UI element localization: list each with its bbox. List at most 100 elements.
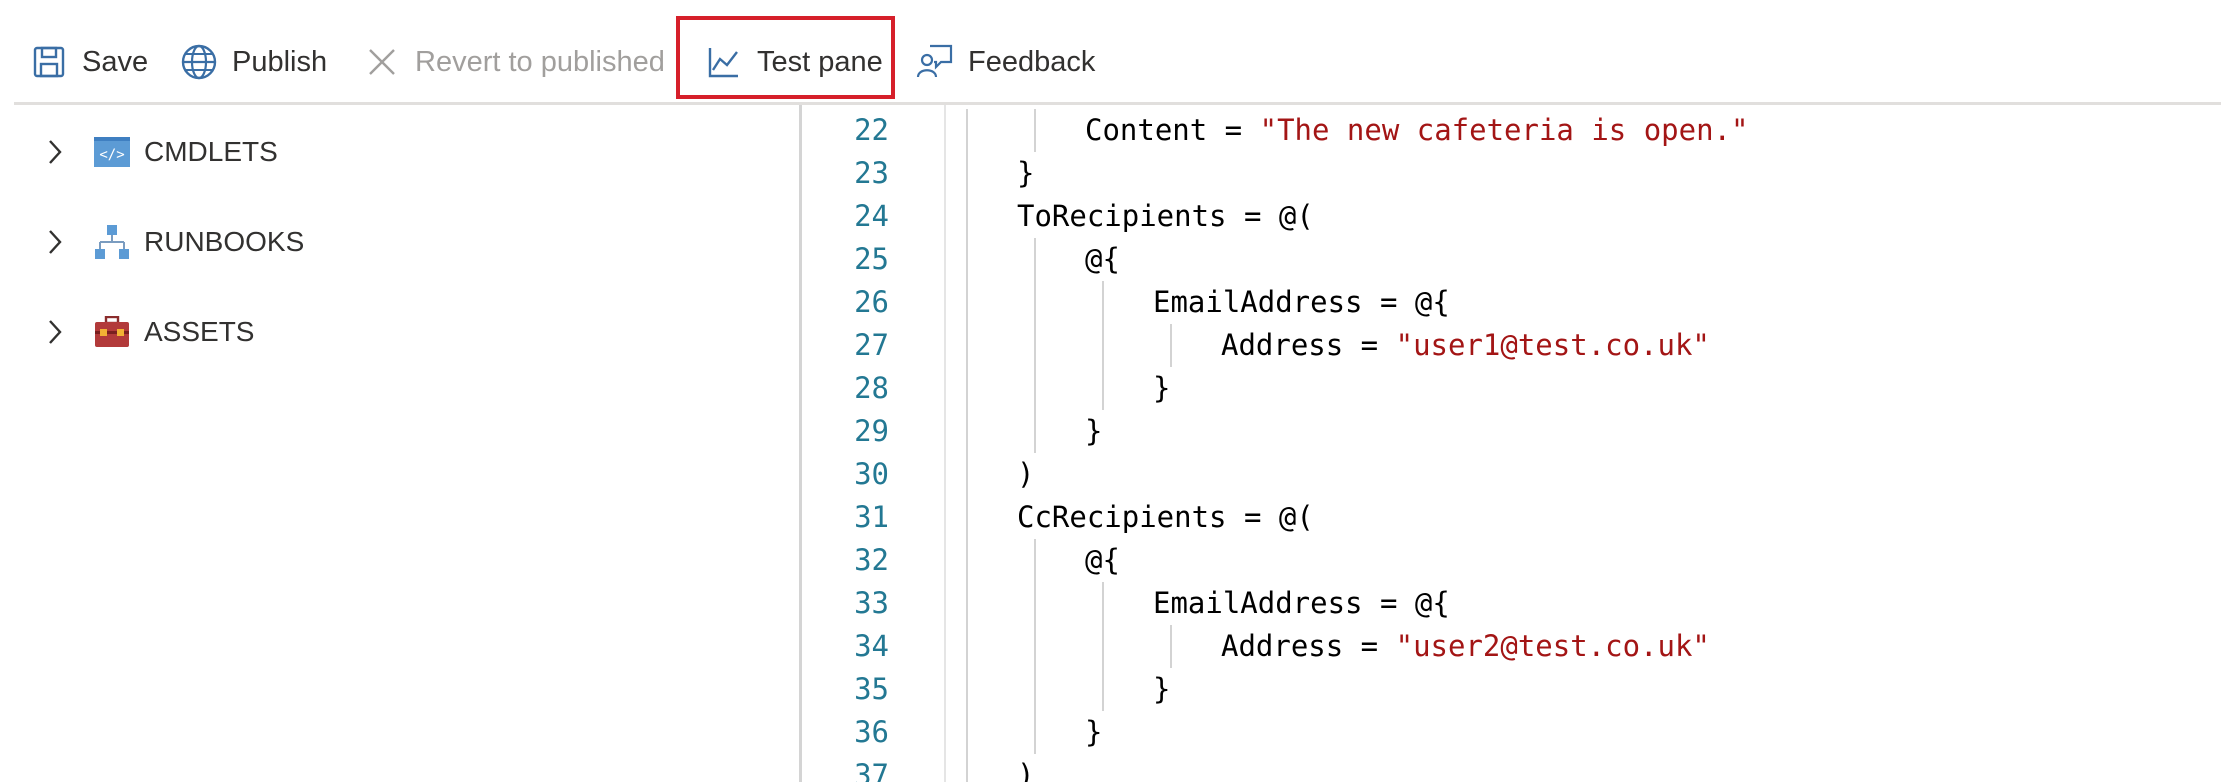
hierarchy-icon <box>94 224 130 260</box>
code-line[interactable]: 32 @{ <box>799 539 2221 582</box>
code-token: ToRecipients = @( <box>1017 199 1314 233</box>
indent-guide <box>1034 539 1036 582</box>
code-line[interactable]: 34 Address = "user2@test.co.uk" <box>799 625 2221 668</box>
indent-guide <box>966 582 968 625</box>
code-token: } <box>1085 414 1103 448</box>
test-pane-highlight <box>676 16 895 99</box>
tree-item-label: RUNBOOKS <box>144 226 305 257</box>
code-line[interactable]: 29} <box>799 410 2221 453</box>
code-line[interactable]: 24 ToRecipients = @( <box>799 195 2221 238</box>
code-line[interactable]: 25 @{ <box>799 238 2221 281</box>
indent-guide <box>1102 324 1104 367</box>
code-token: } <box>1153 371 1171 405</box>
save-button[interactable]: Save <box>30 18 148 106</box>
string-literal: "The new cafeteria is open." <box>1259 113 1749 147</box>
indent-guide <box>966 453 968 496</box>
line-number: 24 <box>854 199 889 233</box>
indent-guide <box>1034 668 1036 711</box>
line-number: 32 <box>854 543 889 577</box>
code-line[interactable]: 37) <box>799 754 2221 782</box>
code-text: Address = "user2@test.co.uk" <box>1221 625 1710 668</box>
indent-guide <box>1102 582 1104 625</box>
indent-guide <box>1102 625 1104 668</box>
code-text: CcRecipients = @( <box>1017 496 1314 539</box>
indent-guide <box>1034 625 1036 668</box>
indent-guide <box>1170 324 1172 367</box>
indent-guide <box>1102 668 1104 711</box>
tree-item-runbooks[interactable]: RUNBOOKS <box>40 212 304 272</box>
line-number: 35 <box>854 672 889 706</box>
code-line[interactable]: 33 EmailAddress = @{ <box>799 582 2221 625</box>
code-text: } <box>1153 668 1170 711</box>
code-editor[interactable]: 22 Content = "The new cafeteria is open."… <box>799 105 2221 782</box>
line-number: 34 <box>854 629 889 663</box>
code-token: CcRecipients = @( <box>1017 500 1314 534</box>
indent-guide <box>966 410 968 453</box>
code-text: @{ <box>1085 539 1120 582</box>
code-text: ) <box>1017 754 1034 782</box>
feedback-label: Feedback <box>968 45 1096 78</box>
indent-guide <box>1170 625 1172 668</box>
line-number: 33 <box>854 586 889 620</box>
publish-label: Publish <box>232 45 328 78</box>
code-text: ) <box>1017 453 1034 496</box>
svg-text:</>: </> <box>99 147 124 163</box>
chevron-right-icon[interactable] <box>40 134 70 170</box>
code-text: EmailAddress = @{ <box>1153 582 1450 625</box>
code-token: @{ <box>1085 543 1120 577</box>
tree-item-assets[interactable]: ASSETS <box>40 302 254 362</box>
tree-item-label: CMDLETS <box>144 136 278 167</box>
line-number: 22 <box>854 113 889 147</box>
save-icon <box>30 43 68 81</box>
code-text: @{ <box>1085 238 1120 281</box>
indent-guide <box>966 324 968 367</box>
indent-guide <box>966 152 968 195</box>
code-line[interactable]: 26 EmailAddress = @{ <box>799 281 2221 324</box>
command-bar: Save Publish Revert to published Test pa… <box>0 0 2221 104</box>
revert-to-published-button[interactable]: Revert to published <box>363 18 665 106</box>
code-line[interactable]: 35} <box>799 668 2221 711</box>
line-number: 27 <box>854 328 889 362</box>
code-token: } <box>1017 156 1035 190</box>
indent-guide <box>966 109 968 152</box>
indent-guide <box>966 668 968 711</box>
tree-item-cmdlets[interactable]: </> CMDLETS <box>40 122 278 182</box>
publish-button[interactable]: Publish <box>180 18 327 106</box>
indent-guide <box>1034 238 1036 281</box>
chevron-right-icon[interactable] <box>40 224 70 260</box>
line-number: 26 <box>854 285 889 319</box>
indent-guide <box>1034 109 1036 152</box>
indent-guide <box>1034 410 1036 453</box>
code-token: EmailAddress = @{ <box>1153 285 1450 319</box>
code-token: } <box>1153 672 1171 706</box>
indent-guide <box>966 625 968 668</box>
chevron-right-icon[interactable] <box>40 314 70 350</box>
code-line[interactable]: 22 Content = "The new cafeteria is open." <box>799 109 2221 152</box>
indent-guide <box>966 539 968 582</box>
code-token: EmailAddress = @{ <box>1153 586 1450 620</box>
code-line[interactable]: 23} <box>799 152 2221 195</box>
code-text: ToRecipients = @( <box>1017 195 1314 238</box>
line-number: 29 <box>854 414 889 448</box>
indent-guide <box>966 195 968 238</box>
indent-guide <box>1034 281 1036 324</box>
code-text: Address = "user1@test.co.uk" <box>1221 324 1710 367</box>
code-token: Content = <box>1085 113 1260 147</box>
code-text: } <box>1153 367 1170 410</box>
code-line[interactable]: 31 CcRecipients = @( <box>799 496 2221 539</box>
indent-guide <box>1034 582 1036 625</box>
indent-guide <box>966 496 968 539</box>
indent-guide <box>966 281 968 324</box>
indent-guide <box>1034 324 1036 367</box>
close-icon <box>363 43 401 81</box>
indent-guide <box>1034 711 1036 754</box>
line-number: 31 <box>854 500 889 534</box>
code-line[interactable]: 30) <box>799 453 2221 496</box>
code-line[interactable]: 28} <box>799 367 2221 410</box>
feedback-button[interactable]: Feedback <box>916 18 1095 106</box>
code-line[interactable]: 27 Address = "user1@test.co.uk" <box>799 324 2221 367</box>
globe-icon <box>180 43 218 81</box>
indent-guide <box>966 754 968 782</box>
code-line[interactable]: 36} <box>799 711 2221 754</box>
string-literal: "user2@test.co.uk" <box>1395 629 1710 663</box>
